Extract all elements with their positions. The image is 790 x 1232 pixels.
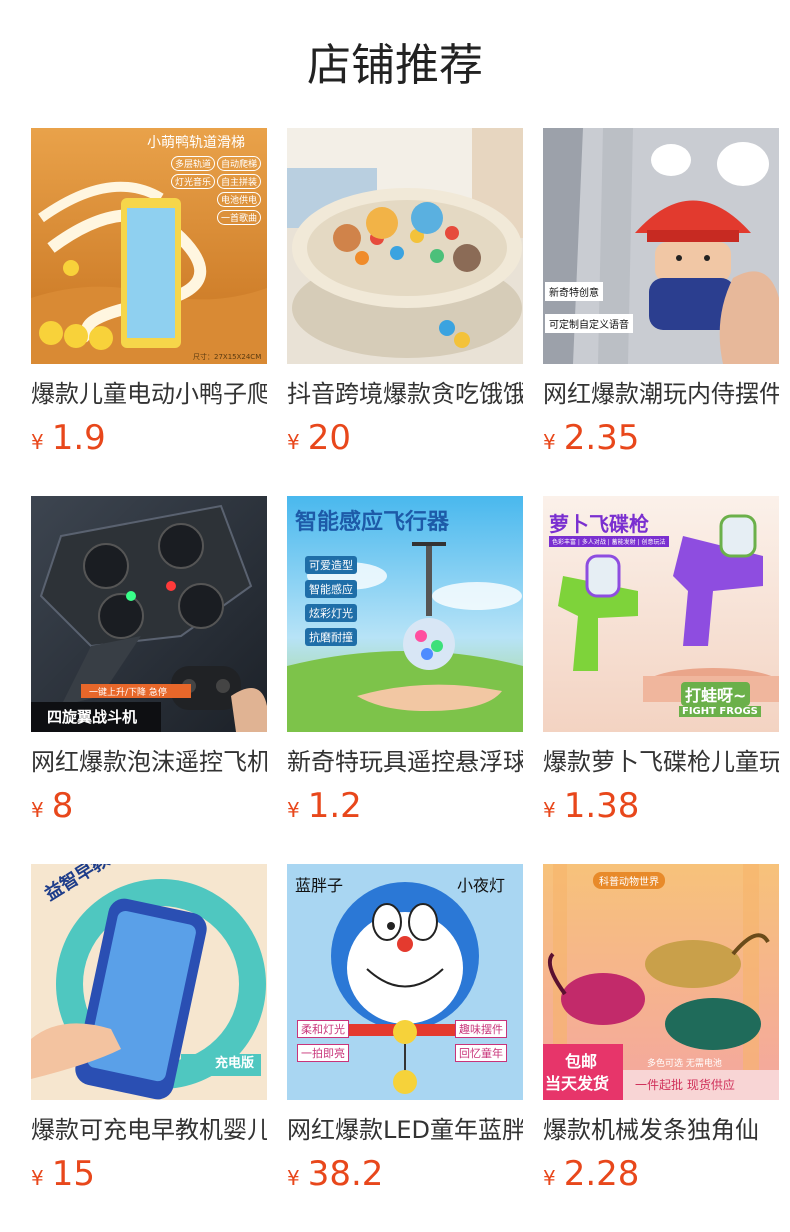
page-title: 店铺推荐 — [307, 40, 483, 91]
overlay-text: 一键上升/下降 急停 — [89, 688, 167, 698]
product-price: ¥2.35 — [543, 418, 779, 464]
overlay-text: 充电版 — [215, 1056, 255, 1071]
price-value: 38.2 — [307, 1154, 384, 1194]
overlay-text: 灯光音乐 — [171, 174, 216, 189]
product-image[interactable]: 小萌鸭轨道滑梯 多层轨道 自动爬梯 灯光音乐 自主拼装 电池供电 一首歌曲 尺寸… — [31, 128, 267, 364]
product-price: ¥8 — [31, 786, 267, 832]
overlay-text: 四旋翼战斗机 — [47, 708, 138, 726]
product-card[interactable]: 蓝胖子 小夜灯 柔和灯光 趣味摆件 一拍即亮 回忆童年 网红爆款LED童年蓝胖子… — [287, 864, 523, 1200]
overlay-text: 科普动物世界 — [593, 872, 665, 889]
overlay-text: 小萌鸭轨道滑梯 — [147, 135, 245, 151]
price-value: 2.28 — [563, 1154, 640, 1194]
product-name[interactable]: 新奇特玩具遥控悬浮球 — [287, 746, 523, 778]
product-price: ¥2.28 — [543, 1154, 779, 1200]
overlay-text: 自动爬梯 — [217, 156, 262, 171]
product-image[interactable]: 新奇特创意 可定制自定义语音 — [543, 128, 779, 364]
overlay-text: 趣味摆件 — [455, 1020, 507, 1038]
product-card[interactable]: 抖音跨境爆款贪吃饿饿鼠 ¥20 — [287, 128, 523, 464]
overlay-text: 一首歌曲 — [217, 210, 262, 225]
overlay-text: 抗磨耐撞 — [305, 628, 357, 646]
overlay-text: 自主拼装 — [217, 174, 262, 189]
product-price: ¥1.2 — [287, 786, 523, 832]
overlay-text: 电池供电 — [217, 192, 262, 207]
product-name[interactable]: 爆款机械发条独角仙 — [543, 1114, 779, 1146]
overlay-text: 尺寸：27X15X24CM — [193, 353, 262, 361]
price-value: 1.2 — [307, 786, 362, 826]
product-card[interactable]: 一键上升/下降 急停 四旋翼战斗机 网红爆款泡沫遥控飞机 ¥8 — [31, 496, 267, 832]
product-card[interactable]: 新奇特创意 可定制自定义语音 网红爆款潮玩内侍摆件 ¥2.35 — [543, 128, 779, 464]
price-value: 20 — [307, 418, 351, 458]
product-card[interactable]: 益智早教手机 充电版 爆款可充电早教机婴儿 ¥15 — [31, 864, 267, 1200]
product-name[interactable]: 网红爆款泡沫遥控飞机 — [31, 746, 267, 778]
price-value: 2.35 — [563, 418, 640, 458]
price-value: 1.9 — [51, 418, 106, 458]
product-image[interactable]: 一键上升/下降 急停 四旋翼战斗机 — [31, 496, 267, 732]
product-name[interactable]: 抖音跨境爆款贪吃饿饿鼠 — [287, 378, 523, 410]
overlay-text: FIGHT FROGS — [679, 706, 761, 717]
overlay-text: 回忆童年 — [455, 1044, 507, 1062]
product-price: ¥1.9 — [31, 418, 267, 464]
currency-symbol: ¥ — [543, 798, 556, 822]
product-image[interactable]: 科普动物世界 包邮 当天发货 多色可选 无需电池 一件起批 现货供应 — [543, 864, 779, 1100]
overlay-text: 可定制自定义语音 — [545, 314, 633, 333]
price-value: 15 — [51, 1154, 95, 1194]
currency-symbol: ¥ — [31, 430, 44, 454]
product-price: ¥38.2 — [287, 1154, 523, 1200]
currency-symbol: ¥ — [31, 798, 44, 822]
product-card[interactable]: 智能感应飞行器 可爱造型 智能感应 炫彩灯光 抗磨耐撞 新奇特玩具遥控悬浮球 ¥… — [287, 496, 523, 832]
product-name[interactable]: 网红爆款潮玩内侍摆件 — [543, 378, 779, 410]
overlay-text: 多层轨道 — [171, 156, 216, 171]
product-image[interactable]: 益智早教手机 充电版 — [31, 864, 267, 1100]
overlay-text: 一件起批 现货供应 — [635, 1078, 735, 1092]
product-image[interactable] — [287, 128, 523, 364]
overlay-text: 一拍即亮 — [297, 1044, 349, 1062]
overlay-text: 色彩丰富 | 多人对战 | 蓄能发射 | 创意玩法 — [549, 536, 669, 547]
overlay-text: 可爱造型 — [305, 556, 357, 574]
product-image[interactable]: 蓝胖子 小夜灯 柔和灯光 趣味摆件 一拍即亮 回忆童年 — [287, 864, 523, 1100]
overlay-text: 新奇特创意 — [545, 282, 603, 301]
product-card[interactable]: 科普动物世界 包邮 当天发货 多色可选 无需电池 一件起批 现货供应 爆款机械发… — [543, 864, 779, 1200]
product-card[interactable]: 小萌鸭轨道滑梯 多层轨道 自动爬梯 灯光音乐 自主拼装 电池供电 一首歌曲 尺寸… — [31, 128, 267, 464]
overlay-text: 炫彩灯光 — [305, 604, 357, 622]
product-image[interactable]: 萝卜飞碟枪 色彩丰富 | 多人对战 | 蓄能发射 | 创意玩法 打蛙呀~ FIG… — [543, 496, 779, 732]
overlay-text: 打蛙呀~ — [681, 682, 751, 706]
overlay-text: 萝卜飞碟枪 — [549, 512, 649, 536]
currency-symbol: ¥ — [543, 430, 556, 454]
overlay-text: 多色可选 无需电池 — [647, 1059, 722, 1069]
product-name[interactable]: 爆款萝卜飞碟枪儿童玩具 — [543, 746, 779, 778]
price-value: 8 — [51, 786, 74, 826]
overlay-text: 包邮 — [565, 1052, 598, 1071]
product-name[interactable]: 网红爆款LED童年蓝胖子 — [287, 1114, 523, 1146]
overlay-text: 柔和灯光 — [297, 1020, 349, 1038]
product-image[interactable]: 智能感应飞行器 可爱造型 智能感应 炫彩灯光 抗磨耐撞 — [287, 496, 523, 732]
overlay-text: 智能感应 — [305, 580, 357, 598]
product-card[interactable]: 萝卜飞碟枪 色彩丰富 | 多人对战 | 蓄能发射 | 创意玩法 打蛙呀~ FIG… — [543, 496, 779, 832]
currency-symbol: ¥ — [287, 1166, 300, 1190]
currency-symbol: ¥ — [287, 430, 300, 454]
currency-symbol: ¥ — [543, 1166, 556, 1190]
product-price: ¥1.38 — [543, 786, 779, 832]
overlay-text: 当天发货 — [545, 1074, 610, 1093]
product-name[interactable]: 爆款儿童电动小鸭子爬楼梯 — [31, 378, 267, 410]
overlay-text: 智能感应飞行器 — [295, 510, 450, 535]
product-name[interactable]: 爆款可充电早教机婴儿 — [31, 1114, 267, 1146]
price-value: 1.38 — [563, 786, 640, 826]
product-price: ¥15 — [31, 1154, 267, 1200]
overlay-text: 小夜灯 — [457, 876, 506, 895]
overlay-text: 蓝胖子 — [295, 876, 344, 895]
currency-symbol: ¥ — [287, 798, 300, 822]
currency-symbol: ¥ — [31, 1166, 44, 1190]
product-price: ¥20 — [287, 418, 523, 464]
